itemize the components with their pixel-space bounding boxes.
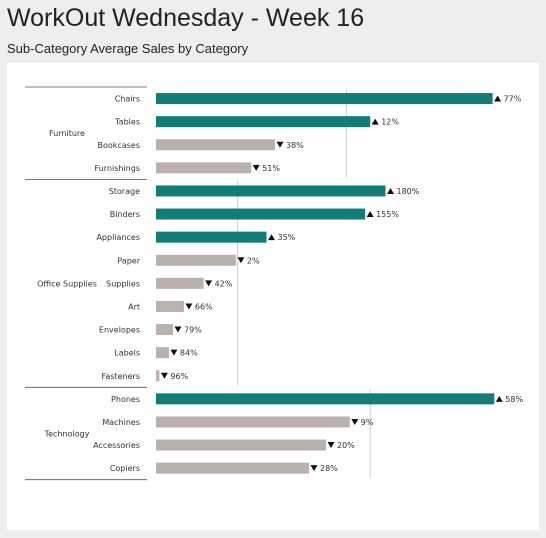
subcategory-label: Art [128,302,140,311]
change-label: 9% [361,418,374,427]
change-label: 58% [505,395,523,404]
change-label: 84% [180,349,198,358]
category-label: Technology [44,430,90,439]
change-label: 77% [504,95,522,104]
down-arrow-icon [170,349,178,356]
up-arrow-icon [387,187,394,194]
change-label: 35% [278,233,296,242]
bar [156,116,371,128]
up-arrow-icon [371,118,379,125]
subcategory-label: Accessories [93,441,140,450]
down-arrow-icon [252,164,260,171]
down-arrow-icon [174,326,182,333]
change-label: 66% [195,302,213,311]
bar [156,185,386,197]
subcategory-label: Bookcases [98,141,140,150]
bar [156,139,275,151]
change-label: 51% [262,164,280,173]
subcategory-label: Chairs [115,95,140,104]
change-label: 38% [286,141,304,150]
bar [156,277,204,289]
down-arrow-icon [276,141,284,148]
page-title: WorkOut Wednesday - Week 16 [7,4,365,32]
category-label: Office Supplies [37,279,97,288]
category-label: Furniture [49,129,85,138]
page-subtitle: Sub-Category Average Sales by Category [7,41,249,56]
bar [156,393,495,405]
bar [156,324,173,336]
down-arrow-icon [205,280,213,287]
up-arrow-icon [494,95,502,102]
bar [156,416,350,428]
bar [156,347,169,359]
change-label: 12% [381,118,399,127]
bar [156,462,309,474]
change-label: 96% [170,372,188,381]
down-arrow-icon [185,303,193,310]
subcategory-label: Tables [114,118,140,127]
change-label: 28% [320,464,338,473]
bar [156,208,366,220]
bar-chart: Furniture Chairs 77% Tables 12% Bookcases 38% F… [25,86,523,481]
subcategory-label: Paper [117,256,140,265]
change-label: 155% [376,210,399,219]
subcategory-label: Supplies [106,279,140,288]
subcategory-label: Labels [114,349,140,358]
down-arrow-icon [351,418,359,425]
up-arrow-icon [366,211,374,218]
subcategory-label: Envelopes [99,326,140,335]
subcategory-label: Appliances [96,233,140,242]
subcategory-label: Fasteners [102,372,140,381]
subcategory-label: Phones [111,395,140,404]
bar [156,439,326,451]
bar [156,300,184,312]
bar [156,370,160,382]
subcategory-label: Furnishings [95,164,140,173]
bar [156,254,236,266]
change-label: 2% [247,256,260,265]
change-label: 79% [184,326,202,335]
bar [156,231,267,243]
down-arrow-icon [160,372,168,379]
subcategory-label: Binders [110,210,140,219]
change-label: 20% [337,441,355,450]
subcategory-label: Storage [109,187,140,196]
subcategory-label: Copiers [110,464,140,473]
change-label: 42% [215,279,233,288]
bar [156,162,252,174]
change-label: 180% [397,187,420,196]
down-arrow-icon [327,442,335,449]
chart-card: Furniture Chairs 77% Tables 12% Bookcases 38% F… [7,63,539,530]
bar [156,93,493,105]
down-arrow-icon [310,465,318,472]
up-arrow-icon [268,234,275,241]
subcategory-label: Machines [102,418,140,427]
up-arrow-icon [495,395,503,402]
down-arrow-icon [237,257,245,264]
